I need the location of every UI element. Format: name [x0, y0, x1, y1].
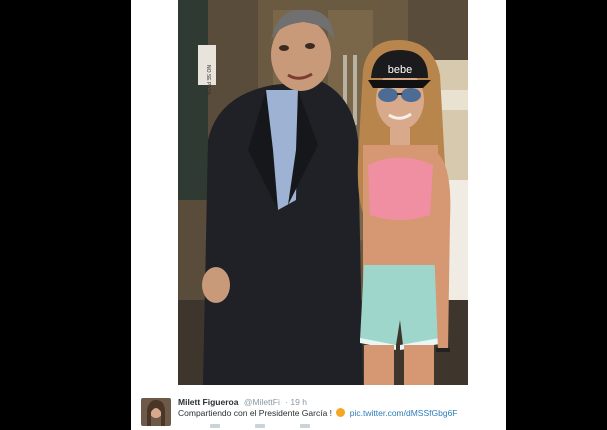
author-display-name[interactable]: Milett Figueroa	[178, 397, 238, 407]
favorite-icon[interactable]	[300, 424, 310, 428]
tweet-actions	[210, 424, 330, 430]
tweet-timestamp[interactable]: · 19 h	[285, 397, 307, 407]
photo-illustration: NO SE PASA bebe	[178, 0, 468, 385]
avatar-image	[141, 398, 171, 426]
tweet-photo-link[interactable]: pic.twitter.com/dMSSfGbg6F	[350, 408, 458, 418]
smiley-emoji-icon	[336, 408, 346, 417]
tweet-author-line: Milett Figueroa @MilettFi · 19 h	[178, 397, 307, 407]
screenshot-stage: NO SE PASA bebe Milett Figueroa @MilettF…	[0, 0, 607, 430]
left-black-bar	[0, 0, 131, 430]
tweet-text-line: Compartiendo con el Presidente García ! …	[178, 408, 457, 418]
reply-icon[interactable]	[210, 424, 220, 428]
cap-brand-text: bebe	[388, 64, 412, 76]
tweet-text: Compartiendo con el Presidente García !	[178, 408, 333, 418]
author-handle[interactable]: @MilettFi	[244, 397, 280, 407]
avatar[interactable]	[141, 398, 171, 426]
retweet-icon[interactable]	[255, 424, 265, 428]
tweet-photo[interactable]: NO SE PASA bebe	[178, 0, 468, 385]
right-black-bar	[506, 0, 607, 430]
door-sign: NO SE PASA	[205, 65, 211, 96]
